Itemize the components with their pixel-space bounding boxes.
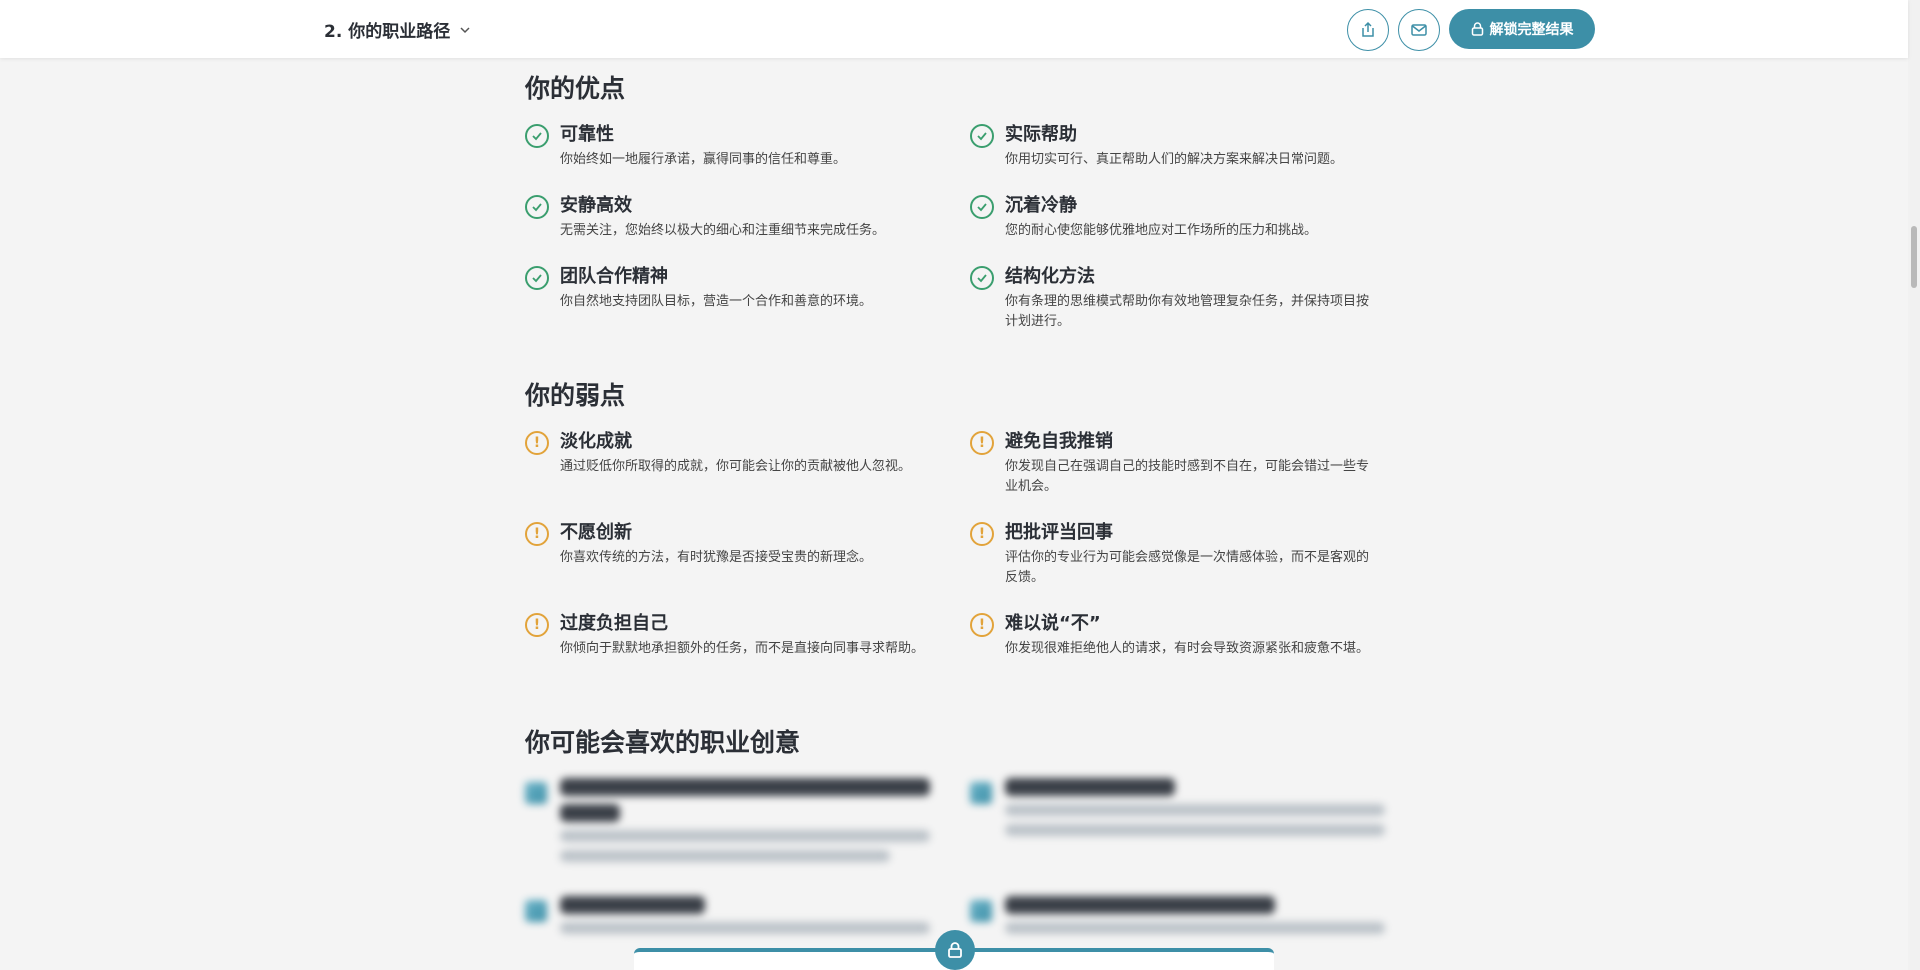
lock-icon [948, 942, 962, 958]
check-circle-icon [525, 266, 549, 290]
career-item-locked [970, 896, 1385, 956]
weakness-title: 难以说“不” [1005, 613, 1101, 634]
unlock-circle-button[interactable] [935, 930, 975, 970]
strength-title: 团队合作精神 [560, 266, 668, 287]
careers-heading: 你可能会喜欢的职业创意 [525, 728, 801, 757]
career-item-locked [525, 896, 935, 956]
email-button[interactable] [1398, 9, 1440, 51]
strength-desc: 您的耐心使您能够优雅地应对工作场所的压力和挑战。 [1005, 223, 1318, 238]
warning-circle-icon: ! [525, 522, 549, 546]
chevron-down-icon [460, 26, 470, 33]
weakness-item: ! 难以说“不” 你发现很难拒绝他人的请求，有时会导致资源紧张和疲惫不堪。 [970, 611, 1380, 659]
strength-item: 沉着冷静 您的耐心使您能够优雅地应对工作场所的压力和挑战。 [970, 193, 1380, 241]
weakness-title: 过度负担自己 [560, 613, 668, 634]
strength-title: 可靠性 [560, 124, 614, 145]
strength-title: 安静高效 [560, 195, 632, 216]
section-selector[interactable]: 2. 你的职业路径 [324, 17, 472, 42]
weakness-title: 淡化成就 [560, 431, 632, 452]
strength-item: 实际帮助 你用切实可行、真正帮助人们的解决方案来解决日常问题。 [970, 122, 1380, 170]
strength-item: 可靠性 你始终如一地履行承诺，赢得同事的信任和尊重。 [525, 122, 935, 170]
weaknesses-heading: 你的弱点 [525, 381, 626, 410]
weakness-item: ! 淡化成就 通过贬低你所取得的成就，你可能会让你的贡献被他人忽视。 [525, 429, 935, 477]
warning-circle-icon: ! [525, 431, 549, 455]
weakness-title: 把批评当回事 [1005, 522, 1113, 543]
top-bar: 2. 你的职业路径 解锁完整结果 [0, 0, 1908, 58]
share-button[interactable] [1347, 9, 1389, 51]
career-icon [970, 782, 992, 804]
weakness-desc: 你发现很难拒绝他人的请求，有时会导致资源紧张和疲惫不堪。 [1005, 641, 1370, 656]
strength-title: 沉着冷静 [1005, 195, 1077, 216]
strength-item: 团队合作精神 你自然地支持团队目标，营造一个合作和善意的环境。 [525, 264, 935, 312]
page-scrollbar[interactable] [1908, 0, 1920, 970]
strength-desc: 你有条理的思维模式帮助你有效地管理复杂任务，并保持项目按计划进行。 [1005, 294, 1370, 329]
career-icon [525, 900, 547, 922]
weakness-desc: 你倾向于默默地承担额外的任务，而不是直接向同事寻求帮助。 [560, 641, 925, 656]
weakness-desc: 你喜欢传统的方法，有时犹豫是否接受宝贵的新理念。 [560, 550, 873, 565]
strength-desc: 你自然地支持团队目标，营造一个合作和善意的环境。 [560, 294, 873, 309]
weakness-title: 不愿创新 [560, 522, 632, 543]
weakness-desc: 评估你的专业行为可能会感觉像是一次情感体验，而不是客观的反馈。 [1005, 550, 1370, 585]
weakness-item: ! 把批评当回事 评估你的专业行为可能会感觉像是一次情感体验，而不是客观的反馈。 [970, 520, 1380, 588]
weakness-title: 避免自我推销 [1005, 431, 1113, 452]
career-item-locked [525, 778, 935, 862]
strength-item: 安静高效 无需关注，您始终以极大的细心和注重细节来完成任务。 [525, 193, 935, 241]
warning-circle-icon: ! [970, 613, 994, 637]
unlock-results-button[interactable]: 解锁完整结果 [1449, 9, 1595, 49]
check-circle-icon [970, 195, 994, 219]
check-circle-icon [525, 124, 549, 148]
check-circle-icon [970, 266, 994, 290]
lock-icon [1471, 22, 1483, 36]
weakness-item: ! 过度负担自己 你倾向于默默地承担额外的任务，而不是直接向同事寻求帮助。 [525, 611, 935, 659]
warning-circle-icon: ! [525, 613, 549, 637]
career-item-locked [970, 778, 1385, 858]
warning-circle-icon: ! [970, 522, 994, 546]
scrollbar-thumb[interactable] [1911, 226, 1917, 288]
strength-title: 结构化方法 [1005, 266, 1095, 287]
weakness-desc: 你发现自己在强调自己的技能时感到不自在，可能会错过一些专业机会。 [1005, 459, 1370, 494]
weakness-desc: 通过贬低你所取得的成就，你可能会让你的贡献被他人忽视。 [560, 459, 912, 474]
strength-desc: 你用切实可行、真正帮助人们的解决方案来解决日常问题。 [1005, 152, 1344, 167]
section-title: 2. 你的职业路径 [324, 22, 451, 42]
unlock-label: 解锁完整结果 [1489, 22, 1574, 38]
weakness-item: ! 避免自我推销 你发现自己在强调自己的技能时感到不自在，可能会错过一些专业机会… [970, 429, 1380, 497]
career-icon [525, 782, 547, 804]
strengths-heading: 你的优点 [525, 74, 626, 103]
strength-item: 结构化方法 你有条理的思维模式帮助你有效地管理复杂任务，并保持项目按计划进行。 [970, 264, 1380, 332]
career-icon [970, 900, 992, 922]
strength-desc: 你始终如一地履行承诺，赢得同事的信任和尊重。 [560, 152, 847, 167]
check-circle-icon [970, 124, 994, 148]
weakness-item: ! 不愿创新 你喜欢传统的方法，有时犹豫是否接受宝贵的新理念。 [525, 520, 935, 568]
check-circle-icon [525, 195, 549, 219]
strength-desc: 无需关注，您始终以极大的细心和注重细节来完成任务。 [560, 223, 886, 238]
mail-icon [1411, 24, 1427, 36]
warning-circle-icon: ! [970, 431, 994, 455]
share-icon [1362, 21, 1374, 37]
strength-title: 实际帮助 [1005, 124, 1077, 145]
